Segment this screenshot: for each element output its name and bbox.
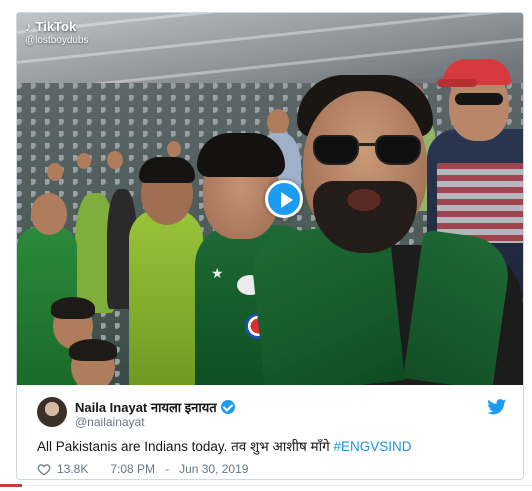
author-handle[interactable]: @nailainayat	[75, 415, 145, 429]
tweet-text: All Pakistanis are Indians today. तव शुभ…	[37, 437, 411, 455]
verified-badge-icon	[220, 400, 235, 414]
crowd-person	[267, 109, 289, 135]
play-button[interactable]	[265, 180, 303, 218]
selfie-man-mouth	[347, 189, 381, 211]
twitter-bird-icon[interactable]	[487, 399, 507, 415]
star-icon: ★	[211, 265, 224, 281]
tiktok-username: @lostboydubs	[25, 35, 89, 46]
crowd-person	[107, 151, 123, 169]
hashtag-link[interactable]: #ENGVSIND	[333, 439, 411, 454]
tiktok-watermark: ♪ TikTok @lostboydubs	[25, 19, 89, 46]
cap-man-shirt-print	[437, 163, 523, 243]
tiktok-note-icon: ♪	[25, 19, 32, 34]
crowd-hair	[69, 339, 117, 361]
author-display-name[interactable]: Naila Inayat नायला इनायत	[75, 398, 217, 416]
crowd-person	[167, 141, 181, 157]
author-name-row[interactable]: Naila Inayat नायला इनायत	[75, 398, 235, 416]
tweet-date[interactable]: Jun 30, 2019	[179, 462, 248, 476]
lime-man-hair	[139, 157, 195, 183]
tweet-meta: 13.8K 7:08 PM - Jun 30, 2019	[37, 462, 248, 476]
tiktok-app-name: TikTok	[35, 19, 77, 34]
crowd-person	[77, 153, 91, 169]
sunglasses	[313, 135, 421, 169]
cap-man-sunglasses	[455, 93, 503, 105]
tweet-time[interactable]: 7:08 PM	[110, 462, 155, 476]
red-cap-brim	[437, 79, 477, 87]
boy-hair	[197, 133, 285, 177]
crowd-hair	[51, 297, 95, 319]
avatar[interactable]	[37, 397, 67, 427]
tweet-body: All Pakistanis are Indians today. तव शुभ…	[37, 439, 334, 454]
tweet-embed-card[interactable]: ★ ♪ TikTok @lostboydubs Naila Inayat नाय…	[16, 12, 524, 480]
heart-icon[interactable]	[37, 463, 51, 476]
tweet-details: Naila Inayat नायला इनायत @nailainayat Al…	[17, 385, 523, 479]
lime-jersey-man	[129, 209, 203, 385]
crowd-person	[47, 163, 63, 181]
page-divider	[0, 485, 532, 486]
meta-separator: -	[165, 462, 170, 476]
tweet-video[interactable]: ★ ♪ TikTok @lostboydubs	[17, 13, 523, 385]
like-count[interactable]: 13.8K	[57, 462, 88, 476]
page-accent-mark	[0, 484, 22, 487]
crowd-person	[31, 193, 67, 235]
